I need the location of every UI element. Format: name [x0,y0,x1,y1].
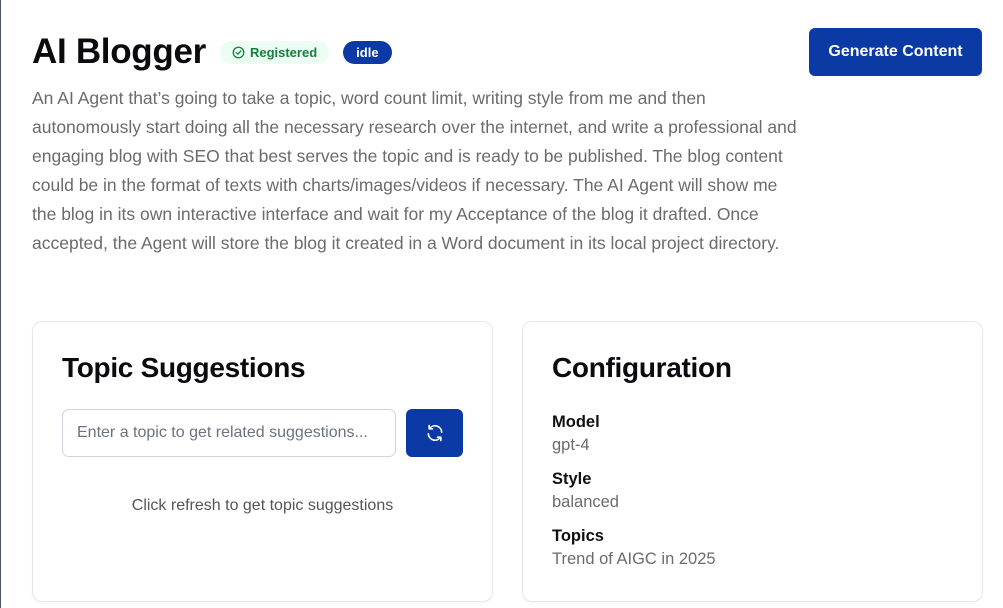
refresh-suggestions-button[interactable] [406,409,463,457]
check-circle-icon [232,46,245,58]
config-item-model: Model gpt-4 [552,411,716,457]
topic-suggestions-card: Topic Suggestions Click refresh to get t… [32,321,493,602]
status-badge: idle [343,40,392,64]
page-header: AI Blogger Registered idle Generate Cont… [32,28,982,76]
page-title: AI Blogger [32,32,206,71]
app-frame: AI Blogger Registered idle Generate Cont… [0,0,1003,608]
configuration-title: Configuration [552,352,732,383]
registered-badge-label: Registered [249,44,318,60]
config-label: Topics [552,527,604,545]
config-label: Model [552,413,600,431]
registered-badge: Registered [219,40,330,64]
refresh-icon [427,424,442,442]
topic-suggestions-title: Topic Suggestions [62,352,306,383]
config-item-topics: Topics Trend of AIGC in 2025 [552,525,716,571]
title-row: AI Blogger Registered idle [32,30,392,74]
config-value: gpt-4 [552,436,590,454]
agent-description: An AI Agent that’s going to take a topic… [32,88,797,253]
config-value: Trend of AIGC in 2025 [552,550,716,568]
config-label: Style [552,470,592,488]
config-value: balanced [552,493,619,511]
topic-search-input[interactable] [62,409,396,457]
config-item-style: Style balanced [552,468,716,514]
configuration-card: Configuration Model gpt-4 Style balanced… [522,321,983,602]
configuration-list: Model gpt-4 Style balanced Topics Trend … [552,411,716,582]
generate-content-button[interactable]: Generate Content [809,28,982,76]
suggestions-hint: Click refresh to get topic suggestions [131,497,394,514]
